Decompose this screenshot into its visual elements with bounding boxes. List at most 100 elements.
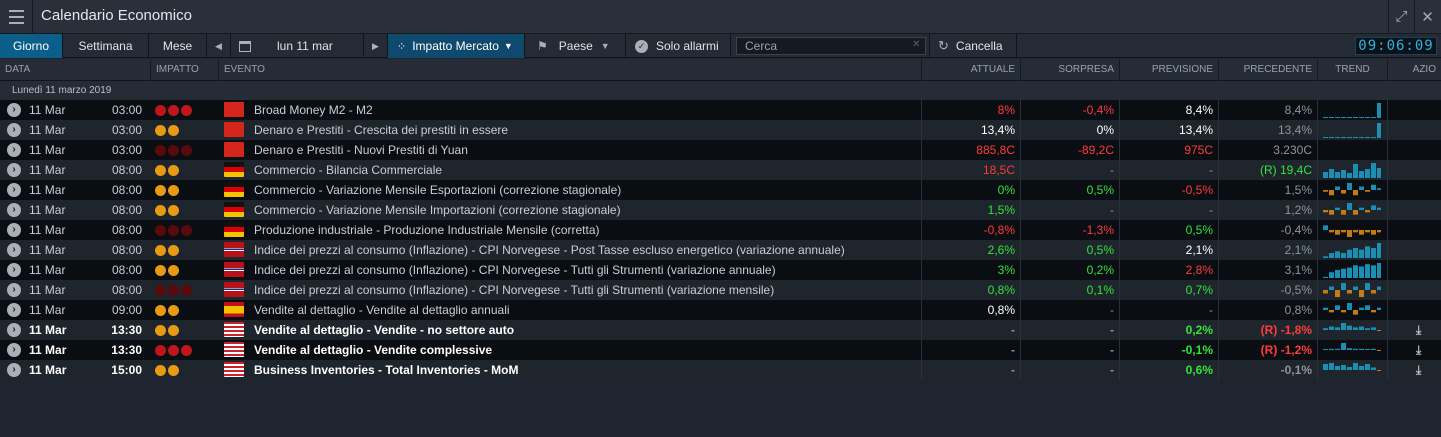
event-name[interactable]: Commercio - Bilancia Commerciale bbox=[254, 160, 914, 180]
table-row[interactable]: › 11 Mar 08:00 Commercio - Bilancia Commerc… bbox=[0, 160, 1441, 180]
event-name[interactable]: Indice dei prezzi al consumo (Inflazione… bbox=[254, 240, 914, 260]
event-date: 11 Mar bbox=[29, 343, 67, 357]
trend-bar bbox=[1371, 290, 1376, 294]
event-name[interactable]: Produzione industriale - Produzione Indu… bbox=[254, 220, 914, 240]
table-row[interactable]: › 11 Mar 03:00 Broad Money M2 - M2 8% -0,4% 8,… bbox=[0, 100, 1441, 120]
event-name[interactable]: Commercio - Variazione Mensile Esportazi… bbox=[254, 180, 914, 200]
expand-row-icon[interactable]: › bbox=[7, 363, 21, 377]
col-evento[interactable]: EVENTO bbox=[218, 59, 921, 81]
impact-indicator bbox=[155, 245, 179, 256]
col-trend[interactable]: TREND bbox=[1317, 59, 1387, 81]
expand-row-icon[interactable]: › bbox=[7, 203, 21, 217]
event-name[interactable]: Broad Money M2 - M2 bbox=[254, 100, 914, 120]
clear-button[interactable]: ↻ Cancella bbox=[929, 34, 1017, 58]
col-data[interactable]: DATA bbox=[0, 59, 150, 81]
date-picker[interactable]: lun 11 mar bbox=[231, 34, 364, 58]
expand-row-icon[interactable]: › bbox=[7, 223, 21, 237]
trend-bar bbox=[1371, 117, 1376, 118]
col-previsione[interactable]: PREVISIONE bbox=[1119, 59, 1218, 81]
search-input[interactable] bbox=[736, 37, 926, 55]
table-row[interactable]: › 11 Mar 13:30 Vendite al dettaglio - Vendi… bbox=[0, 320, 1441, 340]
trend-bar bbox=[1323, 307, 1328, 310]
event-date: 11 Mar bbox=[29, 123, 66, 137]
expand-row-icon[interactable]: › bbox=[7, 123, 21, 137]
table-row[interactable]: › 11 Mar 03:00 Denaro e Prestiti - Nuovi Pr… bbox=[0, 140, 1441, 160]
impact-filter-dropdown[interactable]: ⁘ Impatto Mercato ▼ bbox=[388, 34, 525, 58]
trend-bar bbox=[1335, 305, 1340, 310]
table-row[interactable]: › 11 Mar 08:00 Commercio - Variazione Mensi… bbox=[0, 180, 1441, 200]
prev-date-button[interactable]: ◀ bbox=[207, 34, 231, 58]
event-name[interactable]: Vendite al dettaglio - Vendite - no sett… bbox=[254, 320, 914, 340]
table-row[interactable]: › 11 Mar 08:00 Indice dei prezzi al consumo… bbox=[0, 240, 1441, 260]
download-icon[interactable]: ⤓ bbox=[1416, 363, 1421, 378]
table-row[interactable]: › 11 Mar 08:00 Indice dei prezzi al consumo… bbox=[0, 280, 1441, 300]
previous-value: 8,4% bbox=[1218, 100, 1317, 120]
next-date-button[interactable]: ▶ bbox=[364, 34, 388, 58]
tab-settimana[interactable]: Settimana bbox=[63, 34, 149, 58]
expand-row-icon[interactable]: › bbox=[7, 183, 21, 197]
event-name[interactable]: Vendite al dettaglio - Vendite al dettag… bbox=[254, 300, 914, 320]
col-attuale[interactable]: ATTUALE bbox=[921, 59, 1020, 81]
expand-row-icon[interactable]: › bbox=[7, 103, 21, 117]
forecast-value: 0,7% bbox=[1119, 280, 1218, 300]
col-impatto[interactable]: IMPATTO bbox=[150, 59, 218, 81]
tab-giorno[interactable]: Giorno bbox=[0, 34, 63, 58]
table-row[interactable]: › 11 Mar 09:00 Vendite al dettaglio - Vendi… bbox=[0, 300, 1441, 320]
expand-row-icon[interactable]: › bbox=[7, 323, 21, 337]
event-name[interactable]: Business Inventories - Total Inventories… bbox=[254, 360, 914, 380]
impact-dot bbox=[168, 245, 179, 256]
event-name[interactable]: Denaro e Prestiti - Crescita dei prestit… bbox=[254, 120, 914, 140]
event-name[interactable]: Indice dei prezzi al consumo (Inflazione… bbox=[254, 280, 914, 300]
trend-bar bbox=[1353, 348, 1358, 350]
table-row[interactable]: › 11 Mar 03:00 Denaro e Prestiti - Crescita… bbox=[0, 120, 1441, 140]
event-time: 08:00 bbox=[111, 243, 142, 257]
spain-flag-icon bbox=[224, 302, 244, 317]
actions-cell bbox=[1387, 100, 1441, 120]
trend-bar bbox=[1347, 173, 1352, 178]
clear-search-icon[interactable]: ✕ bbox=[912, 39, 920, 50]
expand-row-icon[interactable]: › bbox=[7, 243, 21, 257]
expand-row-icon[interactable]: › bbox=[7, 343, 21, 357]
forecast-value: 2,1% bbox=[1119, 240, 1218, 260]
col-azioni[interactable]: AZIO bbox=[1387, 59, 1441, 81]
expand-row-icon[interactable]: › bbox=[7, 283, 21, 297]
impact-dot bbox=[155, 345, 166, 356]
event-name[interactable]: Indice dei prezzi al consumo (Inflazione… bbox=[254, 260, 914, 280]
impact-dot bbox=[168, 105, 179, 116]
previous-value: (R) -1,8% bbox=[1218, 320, 1317, 340]
col-precedente[interactable]: PRECEDENTE bbox=[1218, 59, 1317, 81]
alarms-only-toggle[interactable]: ✓ Solo allarmi bbox=[626, 34, 731, 58]
event-date: 11 Mar bbox=[29, 243, 66, 257]
table-row[interactable]: › 11 Mar 08:00 Produzione industriale - Pro… bbox=[0, 220, 1441, 240]
trend-bar bbox=[1341, 137, 1346, 138]
event-date: 11 Mar bbox=[29, 363, 67, 377]
expand-row-icon[interactable]: › bbox=[7, 263, 21, 277]
date-group-header: Lunedì 11 marzo 2019 bbox=[0, 81, 1441, 100]
event-name[interactable]: Vendite al dettaglio - Vendite complessi… bbox=[254, 340, 914, 360]
expand-row-icon[interactable]: › bbox=[7, 163, 21, 177]
tab-mese[interactable]: Mese bbox=[149, 34, 207, 58]
table-row[interactable]: › 11 Mar 08:00 Indice dei prezzi al consumo… bbox=[0, 260, 1441, 280]
hamburger-icon[interactable] bbox=[0, 0, 33, 33]
surprise-value: 0% bbox=[1020, 120, 1119, 140]
download-icon[interactable]: ⤓ bbox=[1416, 323, 1421, 338]
previous-value: 0,8% bbox=[1218, 300, 1317, 320]
table-row[interactable]: › 11 Mar 15:00 Business Inventories - Total… bbox=[0, 360, 1441, 380]
country-filter-dropdown[interactable]: ⚑ Paese ▼ bbox=[525, 34, 626, 58]
trend-bar bbox=[1323, 256, 1328, 258]
trend-bar bbox=[1347, 137, 1352, 138]
expand-row-icon[interactable]: › bbox=[7, 303, 21, 317]
event-name[interactable]: Denaro e Prestiti - Nuovi Prestiti di Yu… bbox=[254, 140, 914, 160]
expand-row-icon[interactable]: › bbox=[7, 143, 21, 157]
download-icon[interactable]: ⤓ bbox=[1416, 343, 1421, 358]
col-sorpresa[interactable]: SORPRESA bbox=[1020, 59, 1119, 81]
trend-sparkline bbox=[1323, 343, 1381, 351]
close-icon[interactable]: ✕ bbox=[1414, 0, 1440, 33]
table-row[interactable]: › 11 Mar 08:00 Commercio - Variazione Mensi… bbox=[0, 200, 1441, 220]
trend-bar bbox=[1359, 266, 1364, 278]
event-name[interactable]: Commercio - Variazione Mensile Importazi… bbox=[254, 200, 914, 220]
trend-bar bbox=[1365, 117, 1370, 118]
trend-bar bbox=[1353, 210, 1358, 215]
table-row[interactable]: › 11 Mar 13:30 Vendite al dettaglio - Vendi… bbox=[0, 340, 1441, 360]
expand-icon[interactable]: ⤢ bbox=[1388, 0, 1414, 33]
